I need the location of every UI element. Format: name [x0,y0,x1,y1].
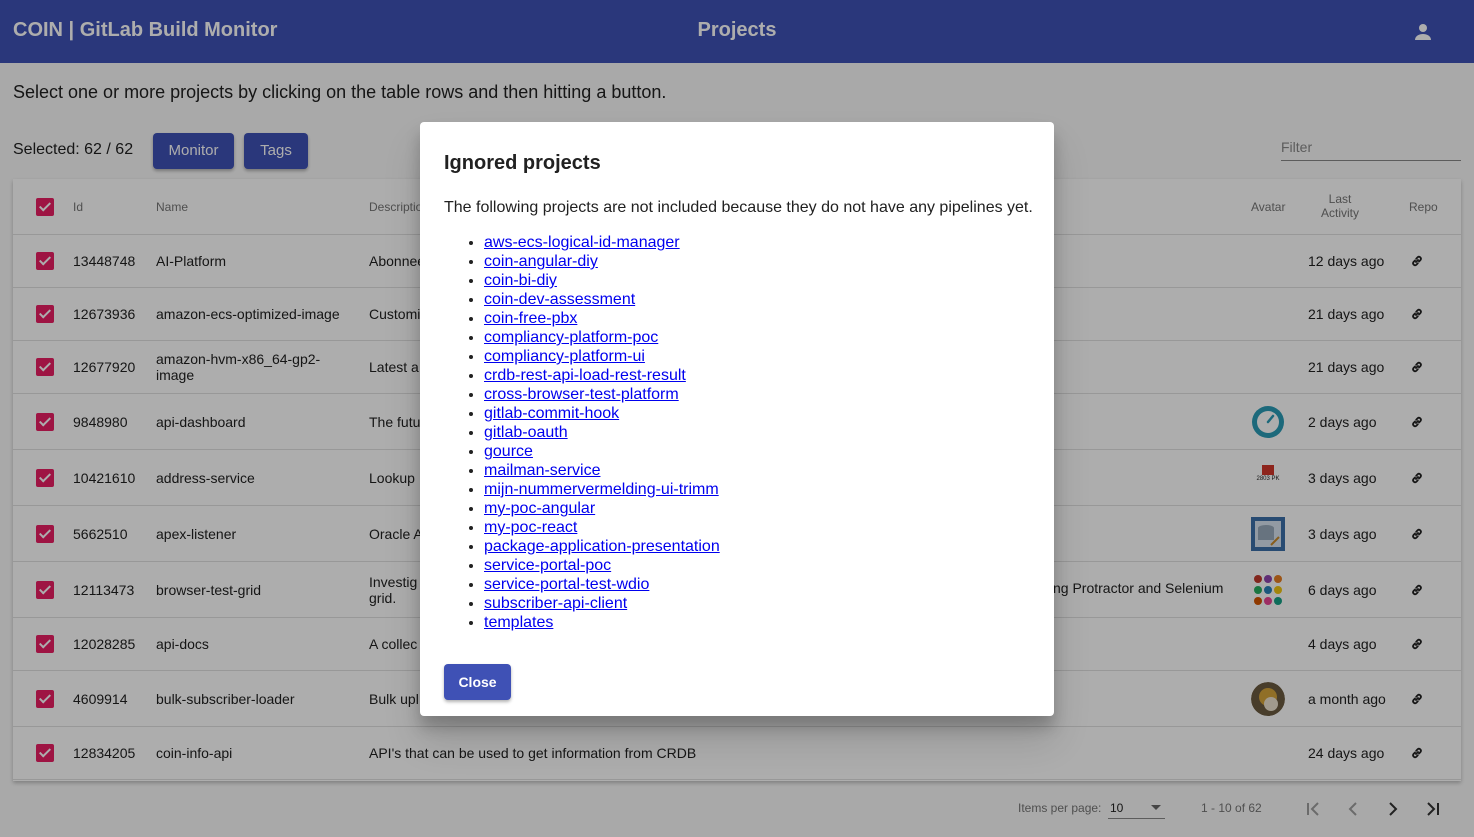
project-link[interactable]: cross-browser-test-platform [484,386,679,403]
list-item: cross-browser-test-platform [484,385,720,404]
project-link[interactable]: gitlab-oauth [484,424,568,441]
list-item: package-application-presentation [484,537,720,556]
list-item: service-portal-poc [484,556,720,575]
list-item: coin-angular-diy [484,252,720,271]
project-link[interactable]: crdb-rest-api-load-rest-result [484,367,686,384]
project-link[interactable]: aws-ecs-logical-id-manager [484,234,680,251]
project-link[interactable]: coin-dev-assessment [484,291,635,308]
dialog-title: Ignored projects [444,152,601,174]
project-link[interactable]: coin-bi-diy [484,272,557,289]
project-link[interactable]: my-poc-react [484,519,577,536]
project-link[interactable]: package-application-presentation [484,538,720,555]
list-item: my-poc-react [484,518,720,537]
list-item: subscriber-api-client [484,594,720,613]
list-item: crdb-rest-api-load-rest-result [484,366,720,385]
list-item: mailman-service [484,461,720,480]
list-item: coin-free-pbx [484,309,720,328]
close-button[interactable]: Close [444,664,511,700]
list-item: my-poc-angular [484,499,720,518]
project-link[interactable]: subscriber-api-client [484,595,627,612]
project-link[interactable]: mailman-service [484,462,600,479]
project-link[interactable]: my-poc-angular [484,500,595,517]
project-link[interactable]: coin-angular-diy [484,253,598,270]
list-item: coin-dev-assessment [484,290,720,309]
project-link[interactable]: gource [484,443,533,460]
project-link[interactable]: coin-free-pbx [484,310,577,327]
list-item: mijn-nummervermelding-ui-trimm [484,480,720,499]
list-item: templates [484,613,720,632]
list-item: service-portal-test-wdio [484,575,720,594]
project-link[interactable]: gitlab-commit-hook [484,405,619,422]
ignored-projects-list: aws-ecs-logical-id-manager coin-angular-… [484,233,720,632]
list-item: compliancy-platform-poc [484,328,720,347]
project-link[interactable]: compliancy-platform-poc [484,329,658,346]
project-link[interactable]: templates [484,614,553,631]
ignored-projects-dialog: Ignored projects The following projects … [420,122,1054,716]
list-item: gource [484,442,720,461]
project-link[interactable]: service-portal-poc [484,557,611,574]
project-link[interactable]: mijn-nummervermelding-ui-trimm [484,481,719,498]
project-link[interactable]: compliancy-platform-ui [484,348,645,365]
list-item: gitlab-oauth [484,423,720,442]
list-item: gitlab-commit-hook [484,404,720,423]
list-item: aws-ecs-logical-id-manager [484,233,720,252]
list-item: coin-bi-diy [484,271,720,290]
project-link[interactable]: service-portal-test-wdio [484,576,649,593]
list-item: compliancy-platform-ui [484,347,720,366]
dialog-description: The following projects are not included … [444,199,1033,216]
